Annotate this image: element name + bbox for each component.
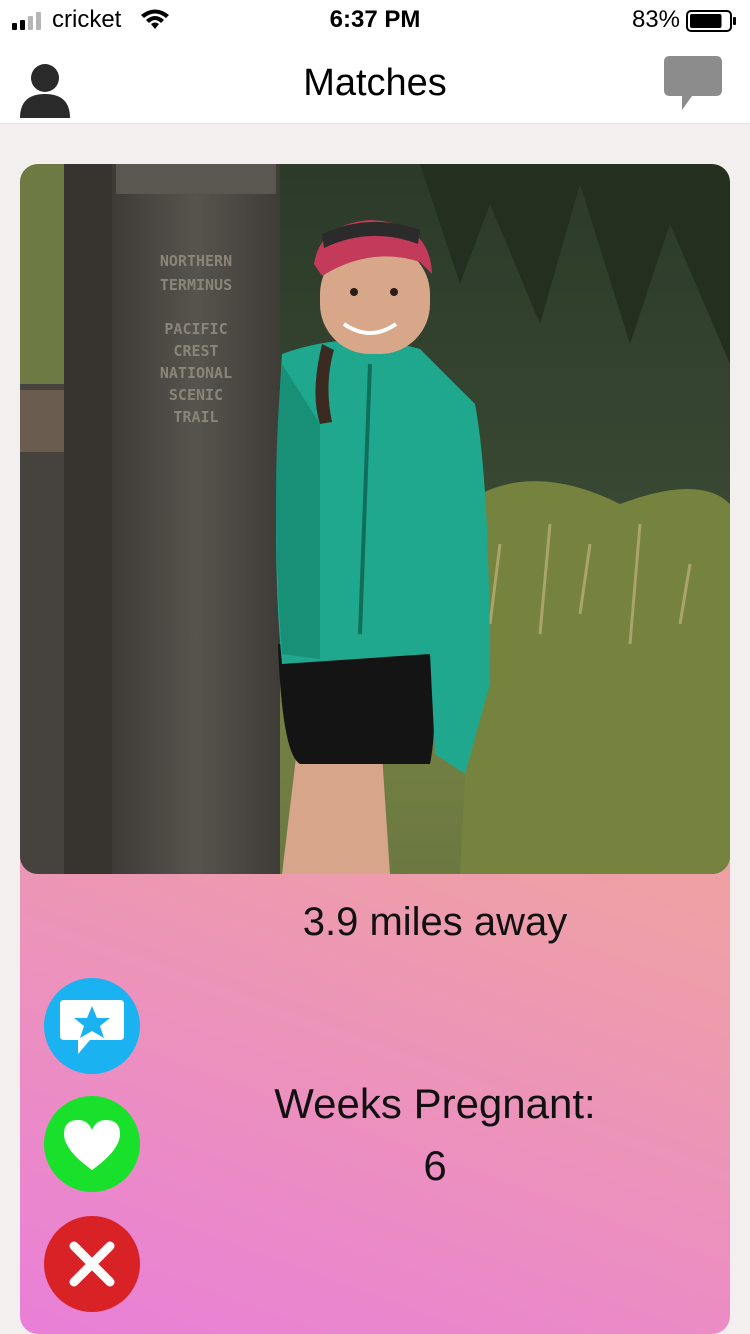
svg-text:CREST: CREST	[173, 342, 218, 360]
heart-icon	[44, 1096, 140, 1192]
like-button[interactable]	[42, 1094, 142, 1194]
battery-percent: 83%	[631, 6, 680, 33]
svg-text:SCENIC: SCENIC	[169, 386, 223, 404]
star-message-icon	[44, 978, 140, 1074]
distance-label: 3.9 miles away	[302, 900, 568, 944]
svg-text:TERMINUS: TERMINUS	[160, 276, 232, 294]
nav-bar: Matches	[0, 40, 750, 124]
svg-text:NATIONAL: NATIONAL	[160, 364, 232, 382]
svg-text:TRAIL: TRAIL	[173, 408, 218, 426]
close-icon	[44, 1216, 140, 1312]
svg-text:NORTHERN: NORTHERN	[160, 252, 232, 270]
battery-icon	[686, 10, 736, 32]
superlike-button[interactable]	[42, 976, 142, 1076]
chat-bubble-icon[interactable]	[664, 56, 722, 112]
svg-text:PACIFIC: PACIFIC	[164, 320, 227, 338]
status-bar: cricket 6:37 PM 83%	[0, 0, 750, 40]
page-title: Matches	[303, 62, 447, 104]
profile-photo: NORTHERN TERMINUS PACIFIC CREST NATIONAL…	[20, 164, 730, 874]
pass-button[interactable]	[42, 1214, 142, 1314]
match-card[interactable]: NORTHERN TERMINUS PACIFIC CREST NATIONAL…	[20, 164, 730, 1334]
